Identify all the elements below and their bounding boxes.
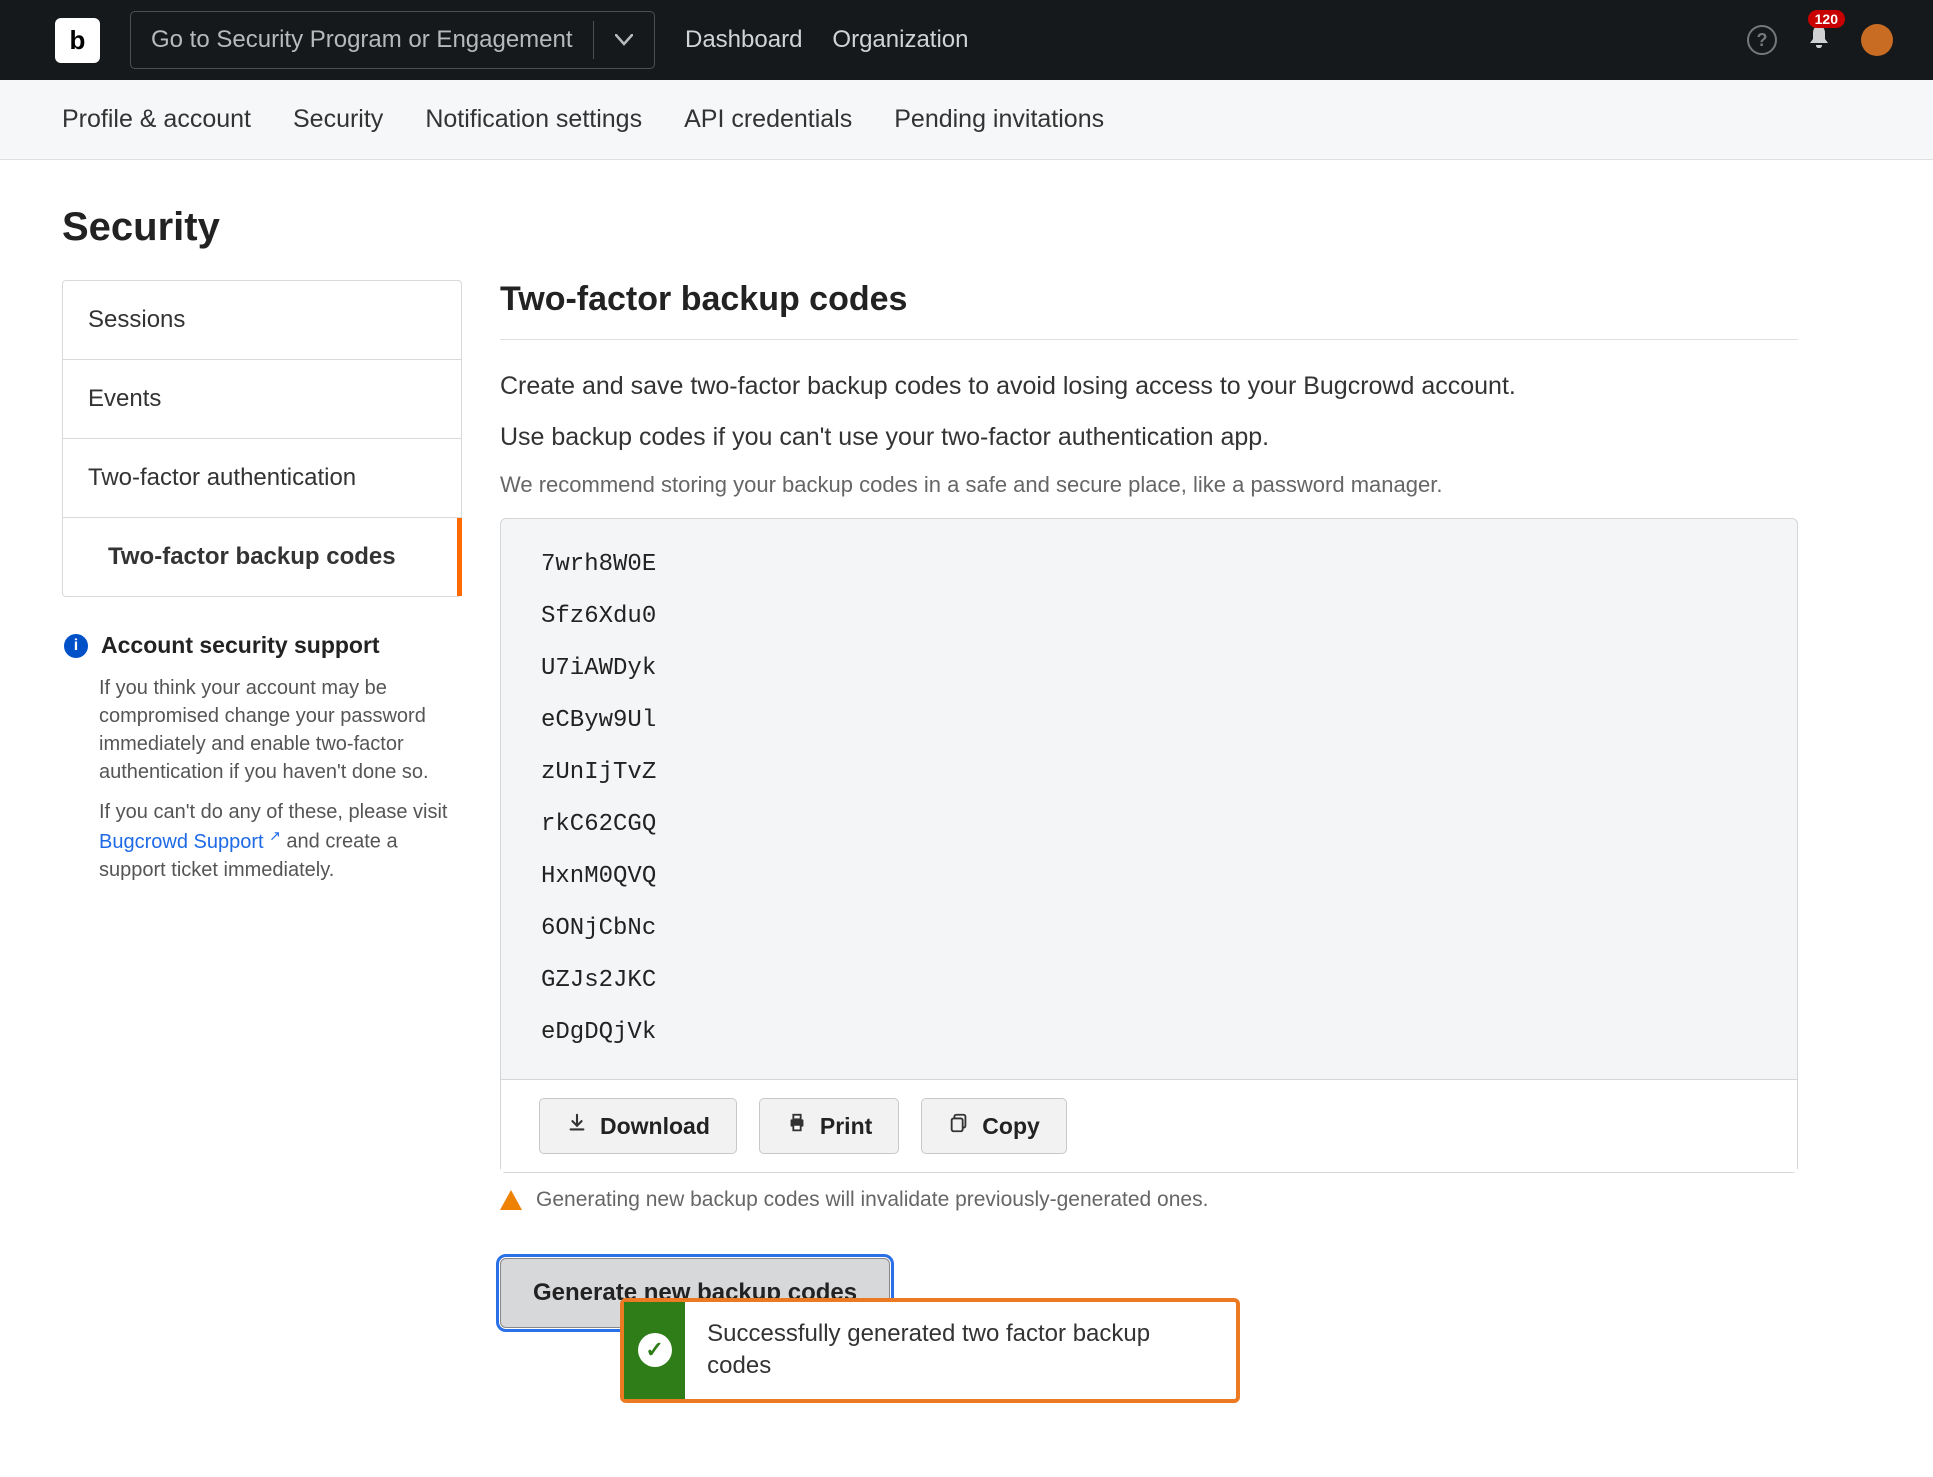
toast-message: Successfully generated two factor backup… [685,1302,1236,1399]
program-selector[interactable]: Go to Security Program or Engagement [130,11,655,69]
tab-profile-account[interactable]: Profile & account [62,105,251,134]
check-icon: ✓ [638,1333,672,1367]
download-icon [566,1112,588,1140]
backup-code: 6ONjCbNc [541,917,1757,941]
section-paragraph-1: Create and save two-factor backup codes … [500,372,1798,401]
tab-api-credentials[interactable]: API credentials [684,105,852,134]
support-callout: i Account security support If you think … [62,632,462,884]
sub-nav: Profile & account Security Notification … [0,80,1933,160]
backup-code: 7wrh8W0E [541,553,1757,577]
print-label: Print [820,1113,872,1140]
sidebar-item-two-factor-auth[interactable]: Two-factor authentication [63,439,461,518]
print-button[interactable]: Print [759,1098,899,1154]
support-text-2: If you can't do any of these, please vis… [99,798,460,884]
backup-code: U7iAWDyk [541,657,1757,681]
info-icon: i [64,634,88,658]
chevron-down-icon[interactable] [594,34,654,46]
backup-code: Sfz6Xdu0 [541,605,1757,629]
copy-label: Copy [982,1113,1040,1140]
tab-security[interactable]: Security [293,105,383,134]
backup-codes-list: 7wrh8W0E Sfz6Xdu0 U7iAWDyk eCByw9Ul zUnI… [501,519,1797,1079]
backup-code: eCByw9Ul [541,709,1757,733]
backup-code: HxnM0QVQ [541,865,1757,889]
print-icon [786,1112,808,1140]
notifications-button[interactable]: 120 [1807,24,1831,57]
backup-code: eDgDQjVk [541,1021,1757,1045]
bell-icon [1807,26,1831,56]
warning-row: Generating new backup codes will invalid… [500,1188,1798,1212]
backup-codes-card: 7wrh8W0E Sfz6Xdu0 U7iAWDyk eCByw9Ul zUnI… [500,518,1798,1173]
support-text-1: If you think your account may be comprom… [99,674,460,786]
sidebar-item-sessions[interactable]: Sessions [63,281,461,360]
download-label: Download [600,1113,710,1140]
nav-organization[interactable]: Organization [832,26,968,54]
program-selector-placeholder: Go to Security Program or Engagement [131,26,593,54]
external-link-icon: ↗ [269,827,281,843]
copy-button[interactable]: Copy [921,1098,1067,1154]
backup-code: rkC62CGQ [541,813,1757,837]
success-toast: ✓ Successfully generated two factor back… [620,1298,1240,1403]
sidebar: Sessions Events Two-factor authenticatio… [62,280,462,884]
support-text-2a: If you can't do any of these, please vis… [99,801,447,823]
warning-text: Generating new backup codes will invalid… [536,1188,1208,1212]
bugcrowd-support-link[interactable]: Bugcrowd Support ↗ [99,831,281,853]
tab-notification-settings[interactable]: Notification settings [425,105,642,134]
support-title: Account security support [101,632,380,659]
help-icon[interactable]: ? [1747,25,1777,55]
brand-logo[interactable]: b [55,18,100,63]
section-title: Two-factor backup codes [500,280,1798,340]
tab-pending-invitations[interactable]: Pending invitations [894,105,1104,134]
sidebar-item-events[interactable]: Events [63,360,461,439]
section-note: We recommend storing your backup codes i… [500,472,1798,498]
toast-icon-wrap: ✓ [624,1302,685,1399]
backup-code: GZJs2JKC [541,969,1757,993]
top-nav: b Go to Security Program or Engagement D… [0,0,1933,80]
sidebar-list: Sessions Events Two-factor authenticatio… [62,280,462,597]
section-paragraph-2: Use backup codes if you can't use your t… [500,423,1798,452]
avatar[interactable] [1861,24,1893,56]
copy-icon [948,1112,970,1140]
sidebar-item-backup-codes[interactable]: Two-factor backup codes [63,518,461,596]
nav-dashboard[interactable]: Dashboard [685,26,802,54]
warning-icon [500,1190,522,1210]
main-content: Two-factor backup codes Create and save … [500,280,1798,1403]
download-button[interactable]: Download [539,1098,737,1154]
codes-actions: Download Print Copy [501,1079,1797,1172]
backup-code: zUnIjTvZ [541,761,1757,785]
page-title: Security [62,205,1798,250]
notifications-count-badge: 120 [1808,10,1845,28]
